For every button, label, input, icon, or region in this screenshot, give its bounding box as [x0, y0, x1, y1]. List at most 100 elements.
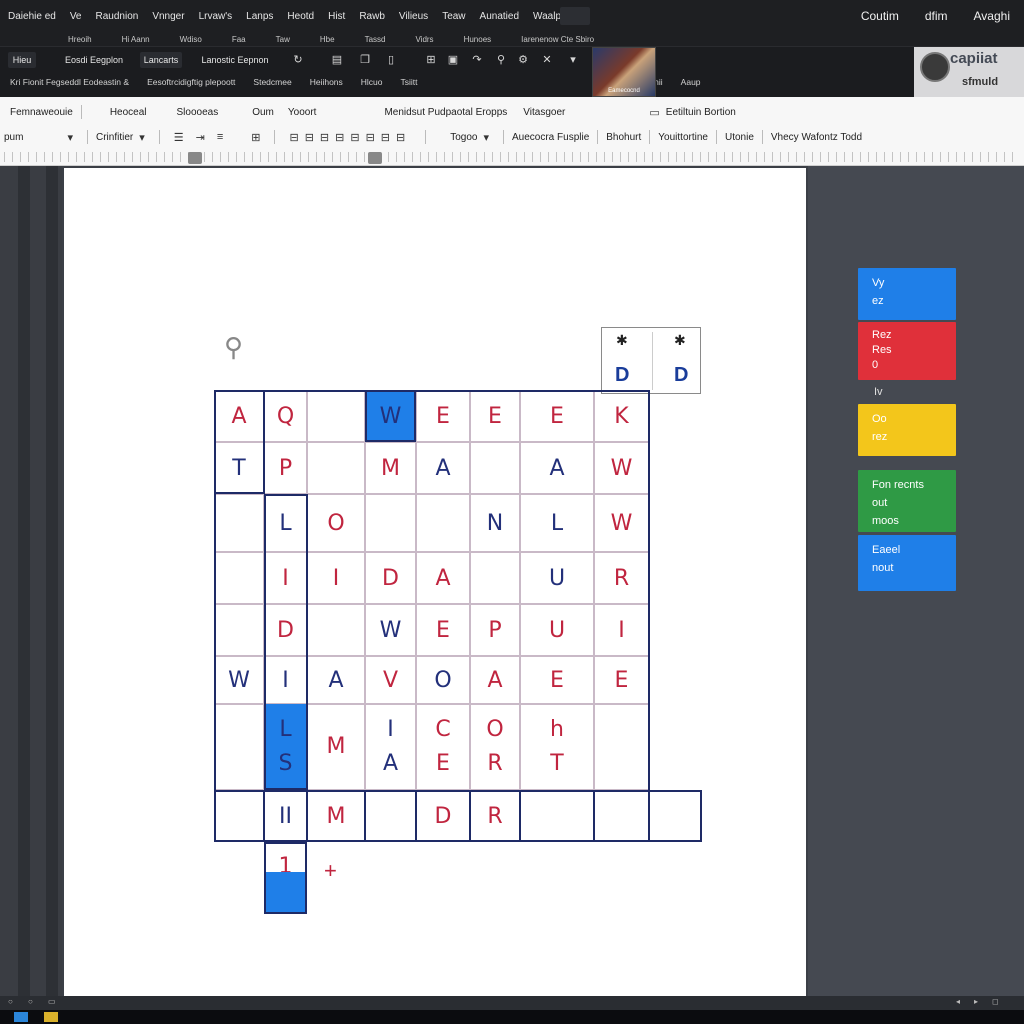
menu-item[interactable]: Waalp — [533, 11, 561, 22]
grid-cell[interactable]: R — [594, 552, 649, 604]
menu-item[interactable]: Vnnger — [152, 11, 184, 22]
grid-cell[interactable] — [214, 790, 264, 842]
grid-cell[interactable]: M — [307, 704, 365, 790]
grid-cell[interactable] — [214, 604, 264, 656]
pin-icon[interactable]: ⚲ — [224, 332, 243, 363]
account-link[interactable]: dfim — [925, 9, 948, 23]
zoom-out-icon[interactable]: ◂ — [956, 997, 960, 1006]
grid-cell[interactable]: A — [307, 656, 365, 704]
mini-preview[interactable]: ✱ ✱ D D — [601, 327, 701, 394]
grid-cell[interactable]: A — [214, 390, 264, 442]
status-icon[interactable]: ○ — [8, 997, 13, 1006]
grid-cell[interactable]: IA — [365, 704, 416, 790]
grid-cell[interactable]: U — [520, 552, 594, 604]
sub-item[interactable]: Hreoih — [68, 35, 92, 44]
grid-cell[interactable]: A — [416, 552, 470, 604]
grid-cell[interactable]: W — [594, 442, 649, 494]
sub-item[interactable]: Hi Aann — [122, 35, 150, 44]
redo-icon[interactable]: ↷ — [470, 53, 484, 67]
status-icon[interactable]: ○ — [28, 997, 33, 1006]
layout-icon[interactable]: ▤ — [330, 53, 344, 67]
sub-item[interactable]: Tassd — [365, 35, 386, 44]
grid-cell[interactable]: P — [470, 604, 520, 656]
grid-cell[interactable]: W — [594, 494, 649, 552]
style-box[interactable]: Crinfitier — [96, 132, 133, 143]
toolbar-item[interactable]: Eesoftrcidigftig plepoott — [147, 77, 235, 87]
grid-cell[interactable]: OR — [470, 704, 520, 790]
table-icon[interactable]: ⊞ — [251, 131, 260, 144]
grid-cell[interactable]: E — [594, 656, 649, 704]
format-icon[interactable]: ⊟⊟⊟⊟⊟⊟⊟⊟ — [289, 131, 411, 144]
sub-item[interactable]: Hbe — [320, 35, 335, 44]
grid-cell[interactable]: A — [470, 656, 520, 704]
close-icon[interactable]: ✕ — [540, 53, 554, 67]
start-icon[interactable] — [14, 1012, 28, 1022]
menu-item[interactable]: Lanps — [246, 11, 273, 22]
grid-cell[interactable]: W — [365, 390, 416, 442]
toolbar-item[interactable]: Kri Fionit Fegseddl Eodeastin & — [10, 77, 129, 87]
add-icon[interactable]: + — [324, 858, 337, 884]
grid-cell[interactable] — [214, 494, 264, 552]
refresh-icon[interactable]: ↻ — [291, 53, 305, 67]
grid-cell[interactable]: D — [264, 604, 307, 656]
ribbon-tab[interactable]: Sloooeas — [177, 107, 219, 118]
grid-cell[interactable]: 1 — [264, 842, 307, 914]
toolbar-item[interactable]: Hlcuo — [361, 77, 383, 87]
grid-cell[interactable]: LS — [264, 704, 307, 790]
ruler-handle[interactable] — [188, 152, 202, 164]
grid-cell[interactable]: T — [214, 442, 264, 494]
thumbnail-image[interactable]: Eamecocnd — [592, 47, 656, 97]
toolbar-item[interactable]: Tsiitt — [401, 77, 418, 87]
grid-cell[interactable]: R — [470, 790, 520, 842]
tile-green[interactable]: Fon recnts out moos — [858, 470, 956, 532]
sub-item[interactable]: Wdiso — [180, 35, 202, 44]
grid-cell[interactable] — [214, 704, 264, 790]
search-box[interactable] — [560, 7, 590, 25]
menu-item[interactable]: Aunatied — [480, 11, 519, 22]
grid-cell[interactable]: A — [520, 442, 594, 494]
grid-cell[interactable]: I — [594, 604, 649, 656]
grid-cell[interactable]: P — [264, 442, 307, 494]
grid-cell[interactable]: L — [264, 494, 307, 552]
grid-cell[interactable] — [594, 704, 649, 790]
tile-blue-2[interactable]: Eaeel nout — [858, 535, 956, 591]
menu-item[interactable]: Vilieus — [399, 11, 428, 22]
sub-item[interactable]: Hunoes — [464, 35, 492, 44]
indent-icon[interactable]: ⇥ — [196, 131, 205, 144]
grid-cell[interactable]: E — [416, 604, 470, 656]
grid-cell[interactable] — [649, 790, 701, 842]
zoom-icon[interactable]: ▸ — [974, 997, 978, 1006]
grid-cell[interactable]: A — [416, 442, 470, 494]
pin-icon[interactable]: ⚲ — [494, 53, 508, 67]
grid-cell[interactable] — [365, 494, 416, 552]
grid-cell[interactable]: I — [264, 552, 307, 604]
font-name-box[interactable]: pum — [4, 132, 23, 143]
grid-cell[interactable]: M — [365, 442, 416, 494]
ribbon-tab[interactable]: Femnaweouie — [10, 107, 73, 118]
ribbon-tab[interactable]: Yooort — [288, 107, 317, 118]
grid-cell[interactable] — [214, 552, 264, 604]
menu-item[interactable]: Lrvaw's — [199, 11, 233, 22]
grid-cell[interactable]: W — [214, 656, 264, 704]
menu-item[interactable]: Hist — [328, 11, 345, 22]
menu-item[interactable]: Raudnion — [96, 11, 139, 22]
grid-cell[interactable]: E — [520, 390, 594, 442]
grid-cell[interactable] — [307, 442, 365, 494]
grid-cell[interactable] — [470, 442, 520, 494]
grid-cell[interactable]: hT — [520, 704, 594, 790]
grid-cell[interactable] — [307, 604, 365, 656]
ribbon-item[interactable]: Auecocra Fusplie — [512, 132, 589, 143]
grid-cell[interactable]: E — [470, 390, 520, 442]
ribbon-item[interactable]: Bhohurt — [606, 132, 641, 143]
clipboard-icon[interactable]: ▯ — [384, 53, 398, 67]
grid-cell[interactable] — [470, 552, 520, 604]
toolbar-item[interactable]: Heiihons — [310, 77, 343, 87]
grid-cell[interactable]: O — [307, 494, 365, 552]
toolbar-chip[interactable]: Hieu — [8, 52, 36, 68]
grid-cell[interactable]: I — [264, 656, 307, 704]
ruler-handle[interactable] — [368, 152, 382, 164]
dropdown-icon[interactable]: ▾ — [139, 131, 145, 144]
menu-item[interactable]: Daiehie ed — [8, 11, 56, 22]
ribbon-item[interactable]: Vhecy Wafontz Todd — [771, 132, 862, 143]
save-icon[interactable]: ▣ — [446, 53, 460, 67]
